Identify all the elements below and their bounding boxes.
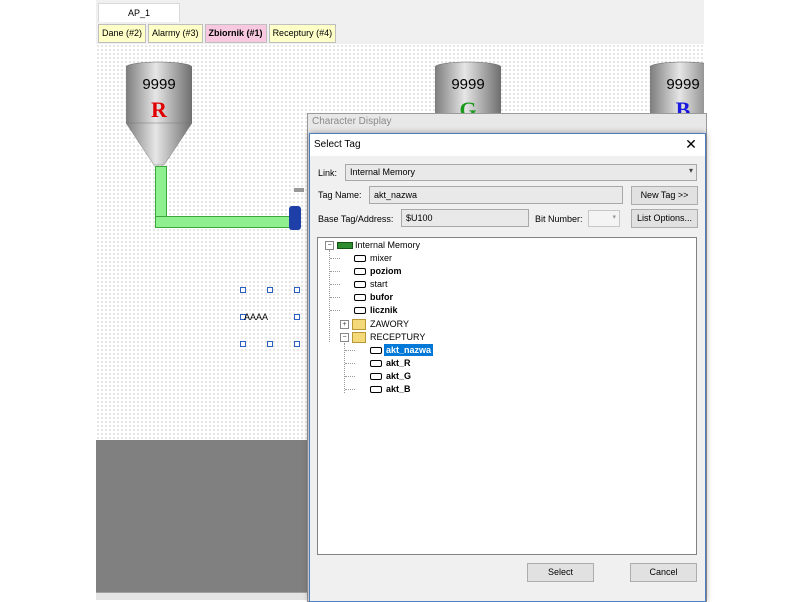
tag-name-value: akt_nazwa [374,190,418,200]
bit-number-label: Bit Number: [535,214,583,224]
tag-name-field[interactable]: akt_nazwa [369,186,623,204]
tree-connector [330,297,340,298]
tree-connector [345,376,355,377]
list-options-button[interactable]: List Options... [631,209,698,228]
tree-item-akt-r[interactable]: akt_R [386,357,411,369]
base-tag-field[interactable]: $U100 [401,209,529,227]
tree-item-bufor[interactable]: bufor [370,291,393,303]
link-select-value: Internal Memory [350,167,416,177]
tree-connector [330,258,340,259]
tank-r[interactable]: 9999 R [124,61,194,167]
resize-handle[interactable] [240,341,246,347]
tree-connector [330,310,340,311]
folder-icon [352,319,366,330]
tree-connector [330,271,340,272]
tag-icon [370,347,382,354]
dialog-titlebar[interactable]: Select Tag ✕ [310,134,705,156]
tag-icon [354,307,366,314]
new-tag-button[interactable]: New Tag >> [631,186,698,205]
tag-icon [354,268,366,275]
tag-icon [370,373,382,380]
tree-folder-zawory[interactable]: ZAWORY [370,318,409,330]
collapse-icon[interactable]: − [340,333,349,342]
tree-connector [330,284,340,285]
document-tab[interactable]: AP_1 [98,3,180,22]
base-tag-label: Base Tag/Address: [318,214,394,224]
tag-icon [370,360,382,367]
tree-connector [329,250,330,342]
tag-name-label: Tag Name: [318,190,362,200]
chevron-down-icon: ▾ [612,214,616,221]
close-icon[interactable]: ✕ [683,136,699,152]
tag-icon [370,386,382,393]
screen-tabs: Dane (#2) Alarmy (#3) Zbiornik (#1) Rece… [98,24,337,43]
folder-open-icon [352,332,366,343]
pipe-horizontal[interactable] [155,216,297,228]
expand-icon[interactable]: + [340,320,349,329]
base-tag-value: $U100 [406,213,433,223]
tree-connector [345,350,355,351]
tab-receptury[interactable]: Receptury (#4) [268,24,337,43]
tree-item-akt-g[interactable]: akt_G [386,370,411,382]
select-tag-dialog: Select Tag ✕ Link: Internal Memory ▾ Tag… [309,133,706,602]
resize-handle[interactable] [294,287,300,293]
tag-icon [354,281,366,288]
tree-item-akt-b[interactable]: akt_B [386,383,411,395]
tree-item-poziom[interactable]: poziom [370,265,402,277]
tank-b-value: 9999 [666,76,700,93]
cancel-button[interactable]: Cancel [630,563,697,582]
tree-connector [345,363,355,364]
tree-connector [345,389,355,390]
resize-handle[interactable] [294,314,300,320]
link-select[interactable]: Internal Memory ▾ [345,164,697,181]
tree-item-akt-nazwa[interactable]: akt_nazwa [384,344,434,356]
tag-icon [354,255,366,262]
resize-handle[interactable] [294,341,300,347]
tab-dane[interactable]: Dane (#2) [98,24,147,43]
select-button[interactable]: Select [527,563,594,582]
dialog-title: Select Tag [314,139,361,150]
resize-handle[interactable] [240,287,246,293]
chevron-down-icon: ▾ [688,166,693,175]
tree-folder-receptury[interactable]: RECEPTURY [370,331,425,343]
tree-item-mixer[interactable]: mixer [370,252,392,264]
tag-tree[interactable]: − Internal Memory mixer poziom start buf… [317,237,697,555]
tank-g-value: 9999 [451,76,485,93]
tab-alarmy[interactable]: Alarmy (#3) [148,24,203,43]
tank-r-letter: R [151,97,167,122]
tree-item-start[interactable]: start [370,278,388,290]
tree-root-internal-memory[interactable]: Internal Memory [355,239,420,251]
valve-handle [294,188,304,192]
tab-zbiornik[interactable]: Zbiornik (#1) [204,24,267,43]
valve-icon[interactable] [289,206,301,230]
character-display-text: AAAA [244,312,269,322]
link-label: Link: [318,168,338,178]
memory-icon [337,242,353,249]
resize-handle[interactable] [267,287,273,293]
collapse-icon[interactable]: − [325,241,334,250]
bit-number-select[interactable]: ▾ [588,210,620,227]
tag-icon [354,294,366,301]
resize-handle[interactable] [267,341,273,347]
character-display-title: Character Display [312,116,392,127]
tree-item-licznik[interactable]: licznik [370,304,398,316]
tank-r-value: 9999 [142,76,176,93]
